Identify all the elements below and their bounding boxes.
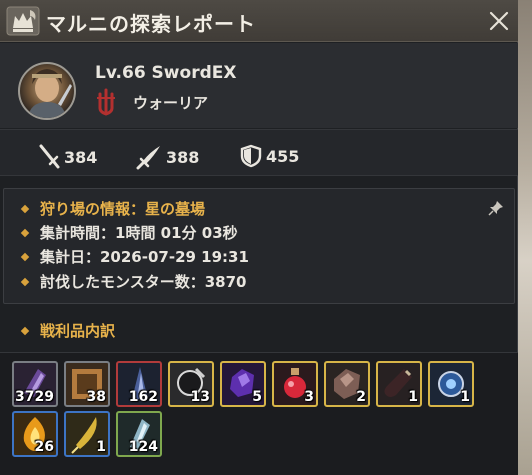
duration-text: 集計時間：1時間 01分 03秒 xyxy=(40,224,238,242)
loot-title-text: 戦利品内訳 xyxy=(40,322,116,340)
item-count: 13 xyxy=(190,389,210,405)
shield-icon xyxy=(240,144,262,168)
item-count: 1 xyxy=(96,439,106,455)
window-header: マルニの探索レポート xyxy=(0,0,518,42)
item-count: 13729 xyxy=(14,389,54,405)
item-count: 1 xyxy=(408,389,418,405)
loot-item-purple-stone[interactable]: 5 xyxy=(220,361,266,407)
sword-icon xyxy=(39,144,60,169)
loot-item-purple-gem-shard[interactable]: 13729 xyxy=(12,361,58,407)
warrior-portrait-icon xyxy=(28,69,72,118)
loot-item-gold-fire-gem[interactable]: 26 xyxy=(12,411,58,457)
bullet-icon xyxy=(20,326,30,335)
dagger-icon xyxy=(136,146,160,170)
stat-attack: 384 xyxy=(38,144,97,170)
loot-item-silver-crystal[interactable]: 124 xyxy=(116,411,162,457)
kills-text: 討伐したモンスター数：3870 xyxy=(40,273,247,291)
background-scenery xyxy=(517,0,532,475)
pin-icon[interactable] xyxy=(488,200,504,216)
stat-defense: 455 xyxy=(240,144,299,168)
loot-item-dark-flask[interactable]: 1 xyxy=(376,361,422,407)
loot-item-blue-amulet[interactable]: 1 xyxy=(428,361,474,407)
item-count: 2 xyxy=(356,389,366,405)
loot-item-black-orb[interactable]: 13 xyxy=(168,361,214,407)
loot-item-rough-ore[interactable]: 2 xyxy=(324,361,370,407)
duration-line: 集計時間：1時間 01分 03秒 xyxy=(20,222,238,243)
bullet-icon xyxy=(20,204,30,213)
item-count: 5 xyxy=(252,389,262,405)
close-icon[interactable] xyxy=(486,8,512,34)
character-level-name: Lv.66 SwordEX xyxy=(95,63,237,83)
stat-defense-value: 455 xyxy=(266,146,300,166)
loot-item-bronze-frame[interactable]: 38 xyxy=(64,361,110,407)
window-title: マルニの探索レポート xyxy=(46,12,256,36)
item-count: 162 xyxy=(128,389,158,405)
avatar xyxy=(18,62,76,120)
crown-feather-icon xyxy=(6,6,40,36)
hunting-ground-text: 狩り場の情報：星の墓場 xyxy=(40,200,206,218)
item-count: 3 xyxy=(304,389,314,405)
loot-section-title: 戦利品内訳 xyxy=(20,320,116,341)
date-text: 集計日：2026-07-29 19:31 xyxy=(40,248,249,266)
loot-item-gold-feather[interactable]: 1 xyxy=(64,411,110,457)
item-count: 1 xyxy=(460,389,470,405)
stat-accuracy: 388 xyxy=(136,144,199,170)
loot-item-blue-crystal[interactable]: 162 xyxy=(116,361,162,407)
hunting-ground-line: 狩り場の情報：星の墓場 xyxy=(20,198,206,219)
bullet-icon xyxy=(20,228,30,237)
character-class: ウォーリア xyxy=(133,94,209,112)
stat-accuracy-value: 388 xyxy=(166,147,200,167)
character-profile xyxy=(0,43,518,128)
loot-item-red-potion[interactable]: 3 xyxy=(272,361,318,407)
warrior-class-icon xyxy=(97,88,115,116)
item-count: 26 xyxy=(34,439,54,455)
kills-line: 討伐したモンスター数：3870 xyxy=(20,271,247,292)
item-count: 38 xyxy=(86,389,106,405)
bullet-icon xyxy=(20,252,30,261)
item-count: 124 xyxy=(128,439,158,455)
date-line: 集計日：2026-07-29 19:31 xyxy=(20,246,249,267)
bullet-icon xyxy=(20,277,30,286)
stat-attack-value: 384 xyxy=(64,147,98,167)
exploration-report-panel: マルニの探索レポート Lv.66 SwordEX ウォーリア 384 388 4… xyxy=(0,0,518,475)
